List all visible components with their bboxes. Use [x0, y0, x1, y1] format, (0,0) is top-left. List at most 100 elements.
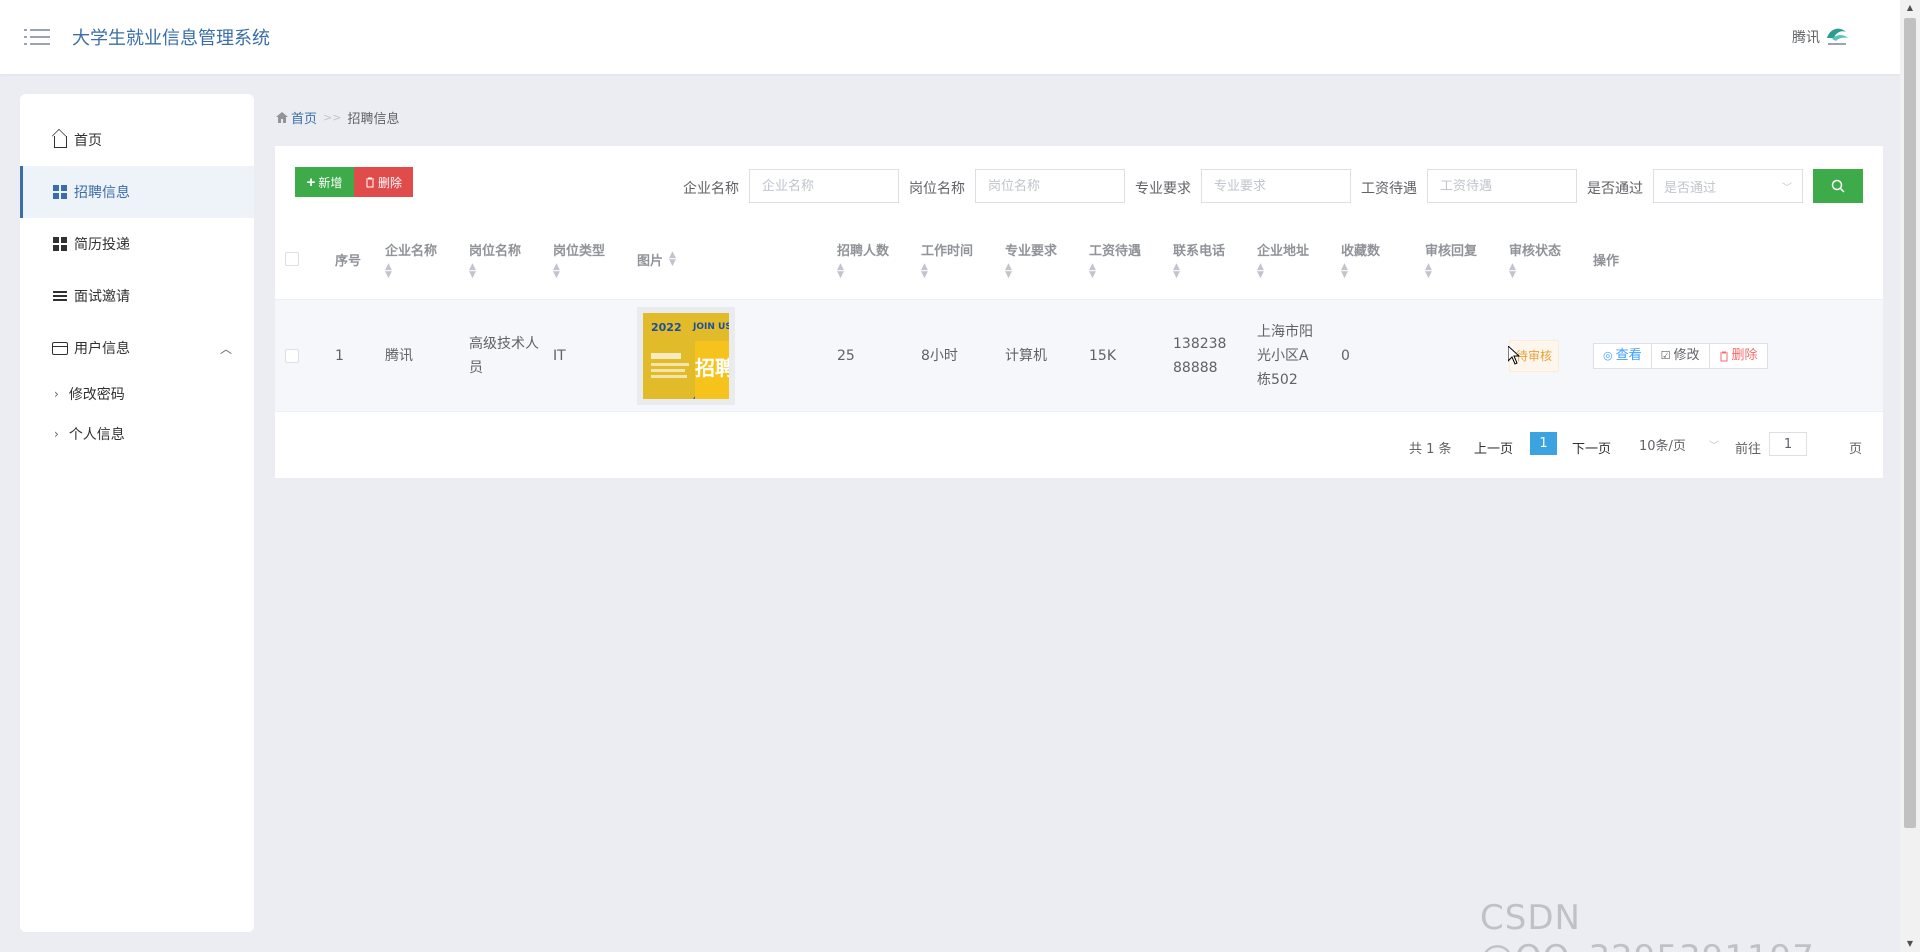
col-header-review-status[interactable]: 审核状态 ▲ ▼ — [1509, 218, 1561, 300]
pass-status-placeholder: 是否通过 — [1664, 180, 1717, 196]
pass-status-select[interactable]: 是否通过 ﹀ — [1653, 169, 1803, 203]
sidebar-item-label: 招聘信息 — [74, 185, 130, 201]
table-row[interactable]: 1 腾讯 高级技术人员 IT 2022 JOIN US 招聘 25 8小时 计算… — [275, 300, 1883, 412]
cell-image: 2022 JOIN US 招聘 — [637, 300, 735, 412]
sort-icon[interactable]: ▲ ▼ — [1341, 262, 1380, 279]
user-avatar[interactable] — [1824, 24, 1850, 48]
top-header: 大学生就业信息管理系统 腾讯 — [0, 0, 1900, 74]
row-delete-button[interactable]: 删除 — [1708, 343, 1768, 369]
sidebar-item-home[interactable]: 首页 — [20, 114, 254, 166]
major-requirement-input[interactable] — [1201, 169, 1351, 203]
sidebar-item-user-info[interactable]: 用户信息 ︿ — [20, 322, 254, 374]
breadcrumb-home[interactable]: 首页 — [276, 108, 317, 127]
sort-icon[interactable]: ▲ ▼ — [1425, 262, 1477, 279]
select-all-checkbox[interactable] — [285, 252, 299, 266]
col-header-address[interactable]: 企业地址 ▲ ▼ — [1257, 218, 1309, 300]
pagination: 共 1 条 上一页 1 下一页 10条/页 ﹀ 前往 页 — [275, 432, 1883, 462]
sidebar: 首页 招聘信息 简历投递 面试邀请 用户信息 ︿ › 修改密码 › 个人信息 — [20, 94, 254, 932]
poster-year: 2022 — [651, 321, 682, 334]
sidebar-subitem-change-password[interactable]: › 修改密码 — [20, 374, 254, 414]
sort-icon[interactable]: ▲ ▼ — [1089, 262, 1141, 279]
edit-button[interactable]: ☑ 修改 — [1650, 343, 1710, 369]
breadcrumb-current: 招聘信息 — [347, 112, 400, 127]
grid-icon — [52, 184, 68, 200]
col-header-label: 图片 — [637, 253, 664, 269]
menu-toggle-icon[interactable] — [24, 27, 50, 47]
scroll-up-arrow-icon[interactable]: ▲ — [1900, 0, 1920, 16]
page-size-select[interactable]: 10条/页 ﹀ — [1639, 432, 1719, 456]
row-select-cell — [285, 300, 299, 412]
cell-work-time: 8小时 — [921, 348, 958, 364]
col-header-label: 操作 — [1593, 253, 1620, 269]
company-name-input[interactable] — [749, 169, 899, 203]
filter-label-company: 企业名称 — [683, 181, 739, 197]
col-header-favorites[interactable]: 收藏数 ▲ ▼ — [1341, 218, 1380, 300]
page-number-active[interactable]: 1 — [1530, 432, 1557, 455]
select-all-cell — [285, 218, 299, 300]
filter-label-pass: 是否通过 — [1587, 181, 1643, 197]
sidebar-subitem-profile[interactable]: › 个人信息 — [20, 414, 254, 454]
prev-page-button[interactable]: 上一页 — [1474, 438, 1513, 457]
view-button-label: 查看 — [1615, 348, 1642, 363]
sort-icon[interactable]: ▲ ▼ — [1509, 262, 1561, 279]
view-button[interactable]: ◎ 查看 — [1593, 343, 1652, 369]
cell-index: 1 — [335, 348, 344, 364]
page-size-label: 10条/页 — [1639, 438, 1686, 454]
edit-icon: ☑ — [1660, 349, 1671, 362]
col-header-label: 收藏数 — [1341, 243, 1381, 259]
poster-image: 2022 JOIN US 招聘 — [643, 313, 729, 399]
col-header-label: 工作时间 — [921, 243, 974, 259]
app-title: 大学生就业信息管理系统 — [72, 28, 270, 49]
sidebar-item-interview[interactable]: 面试邀请 — [20, 270, 254, 322]
goto-page-input[interactable] — [1769, 432, 1807, 456]
search-button[interactable] — [1813, 169, 1863, 203]
col-header-label: 审核回复 — [1425, 243, 1478, 259]
grid-icon — [52, 236, 68, 252]
sort-icon[interactable]: ▲ ▼ — [1257, 262, 1309, 279]
col-header-salary[interactable]: 工资待遇 ▲ ▼ — [1089, 218, 1141, 300]
main-panel: + 新增 删除 企业名称 岗位名称 专业要求 工资待遇 是否通过 是否通过 ﹀ … — [275, 146, 1883, 478]
col-header-label: 岗位类型 — [553, 243, 606, 259]
sort-icon[interactable]: ▲ ▼ — [837, 262, 889, 279]
col-header-index[interactable]: 序号 — [335, 218, 361, 300]
sort-icon[interactable]: ▲ ▼ — [1005, 262, 1057, 279]
home-icon — [52, 132, 68, 148]
edit-button-label: 修改 — [1673, 348, 1700, 363]
col-header-major[interactable]: 专业要求 ▲ ▼ — [1005, 218, 1057, 300]
scroll-thumb[interactable] — [1904, 18, 1916, 828]
page-scrollbar[interactable]: ▲ ▼ — [1900, 0, 1920, 952]
sidebar-item-resume[interactable]: 简历投递 — [20, 218, 254, 270]
col-header-headcount[interactable]: 招聘人数 ▲ ▼ — [837, 218, 889, 300]
col-header-review-reply[interactable]: 审核回复 ▲ ▼ — [1425, 218, 1477, 300]
add-button-label: 新增 — [318, 175, 343, 190]
next-page-button[interactable]: 下一页 — [1572, 438, 1611, 457]
salary-input[interactable] — [1427, 169, 1577, 203]
sidebar-item-label: 面试邀请 — [74, 289, 130, 305]
sort-icon[interactable]: ▲ ▼ — [553, 262, 605, 279]
page-suffix-label: 页 — [1849, 442, 1863, 457]
sort-icon[interactable]: ▲ ▼ — [921, 262, 973, 279]
col-header-position[interactable]: 岗位名称 ▲ ▼ — [469, 218, 521, 300]
col-header-company[interactable]: 企业名称 ▲ ▼ — [385, 218, 437, 300]
col-header-work-time[interactable]: 工作时间 ▲ ▼ — [921, 218, 973, 300]
sort-icon[interactable]: ▲ ▼ — [385, 262, 437, 279]
sort-icon[interactable]: ▲ ▼ — [469, 262, 521, 279]
header-user-name[interactable]: 腾讯 — [1792, 27, 1820, 47]
search-icon — [1831, 179, 1845, 193]
chevron-right-icon: › — [54, 387, 59, 401]
cell-position-type: IT — [553, 348, 566, 364]
poster-thumbnail[interactable]: 2022 JOIN US 招聘 — [637, 307, 735, 405]
row-checkbox[interactable] — [285, 349, 299, 363]
goto-label: 前往 — [1735, 442, 1762, 457]
filter-label-major: 专业要求 — [1135, 181, 1191, 197]
col-header-position-type[interactable]: 岗位类型 ▲ ▼ — [553, 218, 605, 300]
sort-icon[interactable]: ▲ ▼ — [669, 251, 676, 268]
sort-icon[interactable]: ▲ ▼ — [1173, 262, 1225, 279]
add-button[interactable]: + 新增 — [295, 167, 354, 197]
batch-delete-button[interactable]: 删除 — [354, 167, 413, 197]
list-icon — [52, 288, 68, 304]
col-header-image[interactable]: 图片 ▲ ▼ — [637, 218, 676, 300]
col-header-phone[interactable]: 联系电话 ▲ ▼ — [1173, 218, 1225, 300]
sidebar-item-recruitment[interactable]: 招聘信息 — [20, 166, 254, 218]
position-name-input[interactable] — [975, 169, 1125, 203]
